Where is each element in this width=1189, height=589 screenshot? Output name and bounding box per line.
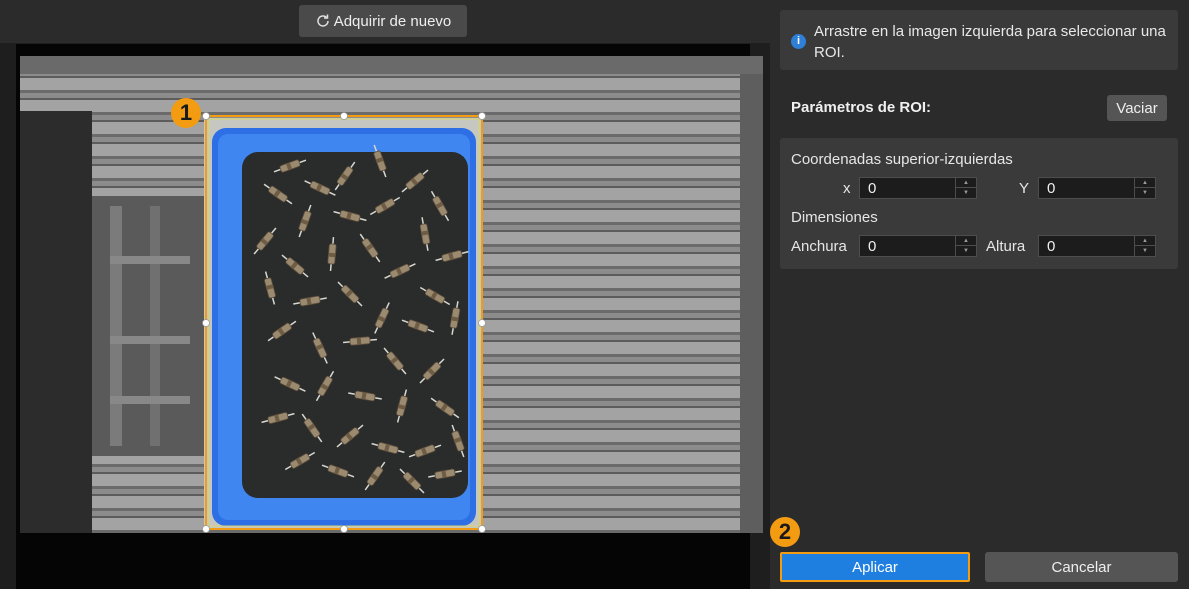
cancel-button[interactable]: Cancelar xyxy=(985,552,1178,582)
chevron-down-icon[interactable]: ▼ xyxy=(1135,246,1155,256)
info-banner: i Arrastre en la imagen izquierda para s… xyxy=(780,10,1178,70)
dimensions-label: Dimensiones xyxy=(791,209,878,226)
y-spinbox[interactable]: ▲▼ xyxy=(1038,177,1156,199)
chevron-up-icon[interactable]: ▲ xyxy=(956,178,976,188)
height-label: Altura xyxy=(986,238,1026,255)
width-spinbox[interactable]: ▲▼ xyxy=(859,235,977,257)
roi-params-title: Parámetros de ROI: xyxy=(791,99,932,116)
y-label: Y xyxy=(1019,180,1030,197)
y-input[interactable] xyxy=(1039,178,1143,198)
width-label: Anchura xyxy=(791,238,847,255)
chevron-up-icon[interactable]: ▲ xyxy=(1135,178,1155,188)
info-icon: i xyxy=(791,34,806,49)
reacquire-label: Adquirir de nuevo xyxy=(333,12,452,30)
clear-button[interactable]: Vaciar xyxy=(1107,95,1167,121)
annotation-marker-1: 1 xyxy=(171,98,201,128)
camera-image[interactable] xyxy=(20,56,763,533)
image-area: Adquirir de nuevo 1 xyxy=(0,0,770,589)
width-stepper[interactable]: ▲ ▼ xyxy=(955,236,976,256)
x-input[interactable] xyxy=(860,178,964,198)
chevron-down-icon[interactable]: ▼ xyxy=(956,246,976,256)
width-input[interactable] xyxy=(860,236,964,256)
y-stepper[interactable]: ▲ ▼ xyxy=(1134,178,1155,198)
top-left-coords-label: Coordenadas superior-izquierdas xyxy=(791,151,1013,168)
annotation-marker-2: 2 xyxy=(770,517,800,547)
refresh-icon xyxy=(317,14,329,27)
chevron-up-icon[interactable]: ▲ xyxy=(1135,236,1155,246)
chevron-down-icon[interactable]: ▼ xyxy=(956,188,976,198)
reacquire-button[interactable]: Adquirir de nuevo xyxy=(299,5,467,37)
x-label: x xyxy=(843,180,851,197)
x-stepper[interactable]: ▲ ▼ xyxy=(955,178,976,198)
height-input[interactable] xyxy=(1039,236,1143,256)
height-stepper[interactable]: ▲ ▼ xyxy=(1134,236,1155,256)
apply-button[interactable]: Aplicar xyxy=(780,552,970,582)
height-spinbox[interactable]: ▲▼ xyxy=(1038,235,1156,257)
camera-image-graphic xyxy=(20,56,763,533)
roi-settings-panel: i Arrastre en la imagen izquierda para s… xyxy=(770,0,1189,589)
chevron-down-icon[interactable]: ▼ xyxy=(1135,188,1155,198)
chevron-up-icon[interactable]: ▲ xyxy=(956,236,976,246)
roi-params-group: Coordenadas superior-izquierdas x ▲▼ Y ▲… xyxy=(780,138,1178,269)
info-text: Arrastre en la imagen izquierda para sel… xyxy=(814,23,1166,61)
x-spinbox[interactable]: ▲▼ xyxy=(859,177,977,199)
